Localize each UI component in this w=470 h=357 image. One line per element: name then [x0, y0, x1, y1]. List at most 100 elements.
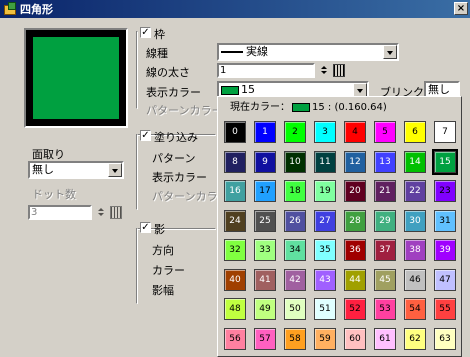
palette-color-29[interactable]: 29	[374, 209, 396, 232]
palette-color-48[interactable]: 48	[224, 298, 246, 320]
shadow-group-line-left	[136, 228, 138, 304]
line-width-label: 線の太さ	[146, 66, 190, 79]
palette-color-12[interactable]: 12	[344, 150, 366, 173]
palette-color-26[interactable]: 26	[284, 209, 306, 232]
line-width-value: 1	[220, 65, 227, 76]
shadow-checkbox[interactable]: ✓	[140, 222, 151, 233]
palette-color-49[interactable]: 49	[254, 298, 276, 320]
palette-color-20[interactable]: 20	[344, 180, 366, 202]
palette-color-37[interactable]: 37	[374, 239, 396, 261]
palette-color-58[interactable]: 58	[284, 327, 306, 350]
current-color-label: 現在カラー：	[230, 102, 290, 113]
palette-color-50[interactable]: 50	[284, 298, 306, 320]
chevron-down-icon[interactable]	[383, 45, 397, 59]
solid-line-icon	[221, 51, 243, 53]
palette-scrollbar[interactable]	[462, 96, 470, 357]
title-bar: 四角形 ×	[0, 0, 470, 18]
palette-color-56[interactable]: 56	[224, 327, 246, 350]
palette-color-4[interactable]: 4	[344, 121, 366, 143]
palette-color-43[interactable]: 43	[314, 268, 336, 291]
shadow-label: 影	[154, 223, 165, 236]
palette-color-60[interactable]: 60	[344, 327, 366, 350]
palette-color-54[interactable]: 54	[404, 298, 426, 320]
palette-color-35[interactable]: 35	[314, 239, 336, 261]
palette-color-31[interactable]: 31	[434, 209, 456, 232]
keypad-icon[interactable]	[333, 64, 345, 77]
palette-color-7[interactable]: 7	[434, 121, 456, 143]
line-type-select[interactable]: 実線	[217, 43, 399, 61]
palette-color-55[interactable]: 55	[434, 298, 456, 320]
palette-color-59[interactable]: 59	[314, 327, 336, 350]
palette-color-21[interactable]: 21	[374, 180, 396, 202]
palette-color-39[interactable]: 39	[434, 239, 456, 261]
keypad-icon[interactable]	[110, 206, 122, 219]
palette-color-34[interactable]: 34	[284, 239, 306, 261]
chevron-down-icon[interactable]	[108, 163, 122, 177]
fill-pattern-label: パターン	[152, 152, 196, 165]
palette-color-23[interactable]: 23	[434, 180, 456, 202]
shape-preview	[24, 28, 128, 128]
fill-checkbox[interactable]: ✓	[140, 130, 151, 141]
palette-color-33[interactable]: 33	[254, 239, 276, 261]
palette-color-0[interactable]: 0	[224, 121, 246, 143]
palette-color-27[interactable]: 27	[314, 209, 336, 232]
display-color-value: 15	[241, 83, 255, 96]
palette-color-6[interactable]: 6	[404, 121, 426, 143]
close-button[interactable]: ×	[454, 2, 468, 15]
frame-checkbox[interactable]: ✓	[140, 27, 151, 38]
palette-color-44[interactable]: 44	[344, 268, 366, 291]
palette-color-61[interactable]: 61	[374, 327, 396, 350]
palette-color-14[interactable]: 14	[404, 150, 426, 173]
color-palette-popup: 現在カラー： 15 : (0.160.64) 0 1 2 3 4 5 6 7 8 9 10 11 12 13…	[217, 96, 462, 357]
current-color-value: 15 : (0.160.64)	[312, 102, 387, 113]
palette-color-47[interactable]: 47	[434, 268, 456, 291]
shadow-direction-label: 方向	[152, 244, 174, 257]
palette-color-52[interactable]: 52	[344, 298, 366, 320]
palette-color-38[interactable]: 38	[404, 239, 426, 261]
palette-color-1[interactable]: 1	[254, 121, 276, 143]
palette-color-9[interactable]: 9	[254, 150, 276, 173]
palette-color-40[interactable]: 40	[224, 268, 246, 291]
palette-color-15[interactable]: 15	[432, 148, 458, 175]
palette-color-25[interactable]: 25	[254, 209, 276, 232]
palette-color-51[interactable]: 51	[314, 298, 336, 320]
palette-color-22[interactable]: 22	[404, 180, 426, 202]
chamfer-select[interactable]: 無し	[28, 161, 124, 179]
dot-count-spinner[interactable]	[95, 206, 108, 219]
chevron-down-icon[interactable]	[353, 83, 367, 97]
dot-count-value: 3	[31, 207, 38, 218]
palette-color-11[interactable]: 11	[314, 150, 336, 173]
palette-color-18[interactable]: 18	[284, 180, 306, 202]
dot-count-input[interactable]: 3	[28, 205, 92, 220]
palette-color-45[interactable]: 45	[374, 268, 396, 291]
line-width-spinner[interactable]	[318, 64, 331, 77]
palette-color-19[interactable]: 19	[314, 180, 336, 202]
current-color-readout: 現在カラー： 15 : (0.160.64)	[222, 100, 457, 117]
palette-color-24[interactable]: 24	[224, 209, 246, 232]
palette-color-10[interactable]: 10	[284, 150, 306, 173]
fill-group-line-left	[136, 134, 138, 210]
palette-color-63[interactable]: 63	[434, 327, 456, 350]
dot-count-label: ドット数	[32, 188, 76, 201]
palette-color-57[interactable]: 57	[254, 327, 276, 350]
palette-color-17[interactable]: 17	[254, 180, 276, 202]
palette-color-16[interactable]: 16	[224, 180, 246, 202]
palette-color-28[interactable]: 28	[344, 209, 366, 232]
palette-color-46[interactable]: 46	[404, 268, 426, 291]
palette-color-30[interactable]: 30	[404, 209, 426, 232]
palette-color-3[interactable]: 3	[314, 121, 336, 143]
palette-color-36[interactable]: 36	[344, 239, 366, 261]
palette-color-8[interactable]: 8	[224, 150, 246, 173]
line-width-input[interactable]: 1	[217, 63, 315, 78]
palette-color-62[interactable]: 62	[404, 327, 426, 350]
palette-color-42[interactable]: 42	[284, 268, 306, 291]
line-type-label: 線種	[146, 47, 168, 60]
color-swatch-icon	[221, 85, 239, 95]
palette-color-32[interactable]: 32	[224, 239, 246, 261]
shadow-width-label: 影幅	[152, 284, 174, 297]
palette-color-53[interactable]: 53	[374, 298, 396, 320]
palette-color-2[interactable]: 2	[284, 121, 306, 143]
palette-color-41[interactable]: 41	[254, 268, 276, 291]
palette-color-5[interactable]: 5	[374, 121, 396, 143]
palette-color-13[interactable]: 13	[374, 150, 396, 173]
